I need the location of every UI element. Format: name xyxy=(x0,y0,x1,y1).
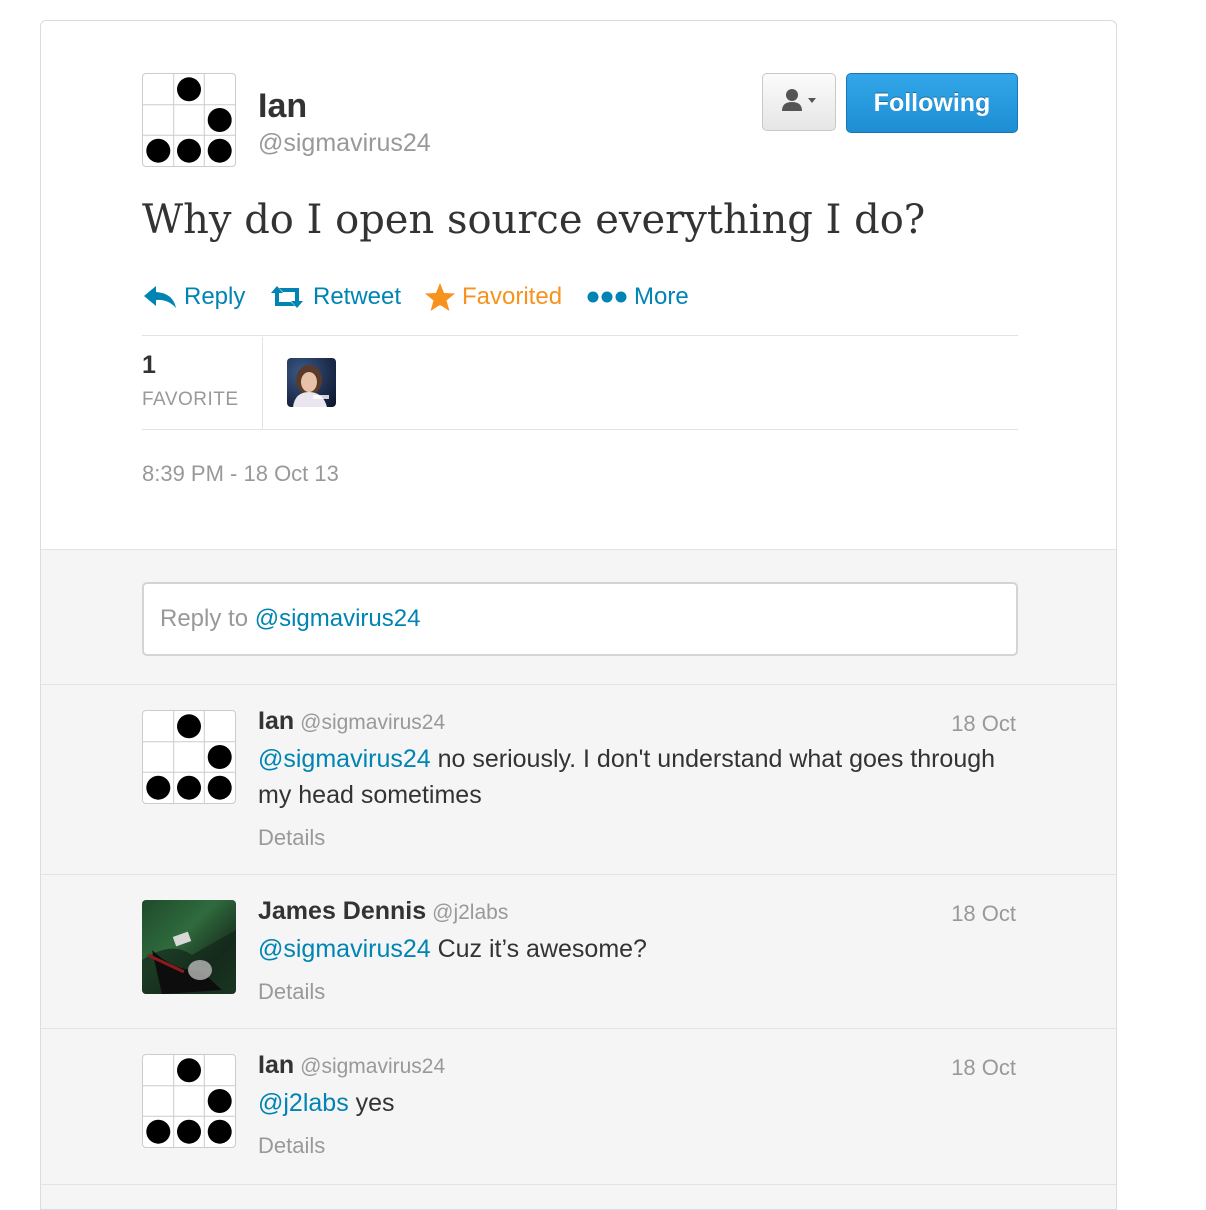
reply-input[interactable]: Reply to @sigmavirus24 xyxy=(142,582,1018,656)
divider xyxy=(142,335,1018,336)
more-action[interactable]: More xyxy=(586,279,689,315)
favorite-label[interactable]: FAVORITE xyxy=(142,389,239,411)
glider-avatar xyxy=(143,711,235,803)
reply-time[interactable]: 18 Oct xyxy=(951,1055,1016,1081)
reply-details-link[interactable]: Details xyxy=(258,979,325,1005)
more-dots-icon xyxy=(587,291,627,303)
reply-avatar[interactable] xyxy=(142,1054,236,1148)
divider xyxy=(142,429,1018,430)
reply-details-link[interactable]: Details xyxy=(258,825,325,851)
reply-mention[interactable]: @sigmavirus24 xyxy=(258,745,431,773)
reply-item[interactable]: Ian @sigmavirus24 18 Oct @sigmavirus24 no… xyxy=(41,685,1116,875)
reply-placeholder-mention: @sigmavirus24 xyxy=(254,605,421,632)
reply-area: Reply to @sigmavirus24 xyxy=(41,549,1116,685)
reply-time[interactable]: 18 Oct xyxy=(951,901,1016,927)
favoriter-photo xyxy=(293,365,329,407)
glider-avatar xyxy=(143,1055,235,1147)
reply-avatar[interactable] xyxy=(142,710,236,804)
retweet-action[interactable]: Retweet xyxy=(267,279,401,315)
retweet-label: Retweet xyxy=(313,283,402,310)
reply-action[interactable]: Reply xyxy=(142,279,245,315)
reply-label: Reply xyxy=(184,283,246,310)
james-photo xyxy=(142,930,236,994)
reply-item[interactable]: James Dennis @j2labs 18 Oct @sigmavirus24… xyxy=(41,875,1116,1029)
glider-avatar xyxy=(143,74,235,166)
reply-author-handle: @j2labs xyxy=(432,901,509,924)
reply-body: Cuz it’s awesome? xyxy=(430,935,647,963)
tweet-main: Ian @sigmavirus24 Following Why do I ope… xyxy=(41,21,1116,549)
favorited-label: Favorited xyxy=(462,283,563,310)
tweet-text: Why do I open source everything I do? xyxy=(142,197,926,243)
reply-text: @j2labs yes xyxy=(258,1085,1018,1121)
reply-author-handle: @sigmavirus24 xyxy=(300,1055,446,1078)
reply-placeholder-prefix: Reply to xyxy=(160,605,255,632)
reply-author-name: James Dennis xyxy=(258,897,427,925)
reply-list-continuation xyxy=(41,1185,1116,1209)
more-label: More xyxy=(634,283,689,310)
user-menu-button[interactable] xyxy=(762,73,836,131)
tweet-timestamp[interactable]: 8:39 PM - 18 Oct 13 xyxy=(142,461,339,487)
reply-author-handle: @sigmavirus24 xyxy=(300,711,446,734)
reply-author-name: Ian xyxy=(258,707,295,735)
following-button[interactable]: Following xyxy=(846,73,1018,133)
reply-body: yes xyxy=(348,1089,395,1117)
author-avatar[interactable] xyxy=(142,73,236,167)
reply-time[interactable]: 18 Oct xyxy=(951,711,1016,737)
favoriter-avatar[interactable] xyxy=(287,358,336,407)
reply-item[interactable]: Ian @sigmavirus24 18 Oct @j2labs yes Deta… xyxy=(41,1029,1116,1185)
reply-avatar[interactable] xyxy=(142,900,236,994)
stats-divider xyxy=(262,337,263,429)
favorited-action[interactable]: Favorited xyxy=(424,279,562,315)
reply-author-name: Ian xyxy=(258,1051,295,1079)
tweet-card: Ian @sigmavirus24 Following Why do I ope… xyxy=(40,20,1117,1210)
user-menu-icon xyxy=(782,89,816,111)
reply-author[interactable]: James Dennis @j2labs xyxy=(258,897,508,926)
reply-author[interactable]: Ian @sigmavirus24 xyxy=(258,1051,445,1080)
reply-text: @sigmavirus24 no seriously. I don't unde… xyxy=(258,741,1018,813)
reply-mention[interactable]: @sigmavirus24 xyxy=(258,935,431,963)
retweet-icon xyxy=(271,286,303,308)
reply-icon xyxy=(144,286,176,308)
reply-mention[interactable]: @j2labs xyxy=(258,1089,349,1117)
star-icon xyxy=(425,283,455,311)
favorite-count[interactable]: 1 xyxy=(142,351,156,380)
author-name[interactable]: Ian xyxy=(258,87,307,126)
reply-author[interactable]: Ian @sigmavirus24 xyxy=(258,707,445,736)
author-handle[interactable]: @sigmavirus24 xyxy=(258,129,431,158)
reply-details-link[interactable]: Details xyxy=(258,1133,325,1159)
reply-text: @sigmavirus24 Cuz it’s awesome? xyxy=(258,931,1018,967)
